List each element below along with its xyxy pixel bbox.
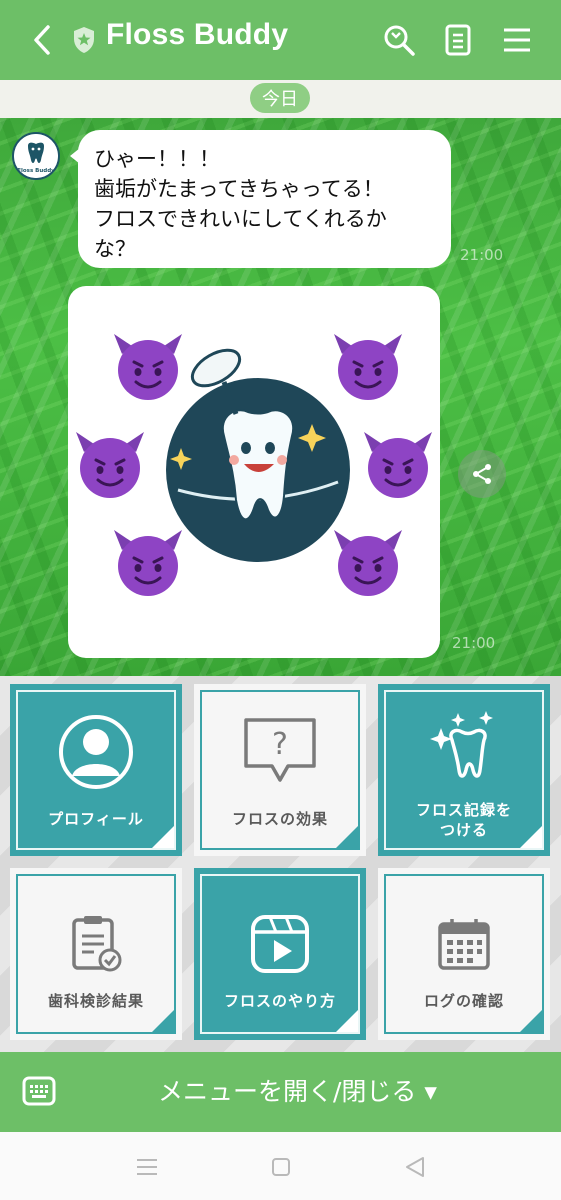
search-icon[interactable] xyxy=(379,20,419,60)
menu-toggle-label[interactable]: メニューを開く/閉じる ▾ xyxy=(158,1072,437,1108)
rich-menu: プロフィール ? フロスの効果 フロス記録を つける 歯科検診結果 フロスのやり… xyxy=(0,676,561,1052)
menu-tile-label: 歯科検診結果 xyxy=(47,992,144,1010)
menu-tile-profile[interactable]: プロフィール xyxy=(10,684,182,856)
back-arrow-icon[interactable] xyxy=(24,20,60,60)
message-line: な？ xyxy=(94,237,136,261)
menu-toggle-bar[interactable]: メニューを開く/閉じる ▾ xyxy=(0,1052,561,1132)
chat-title: Floss Buddy xyxy=(106,18,289,51)
shield-icon xyxy=(72,26,96,54)
message-time: 21:00 xyxy=(460,246,504,264)
message-image[interactable] xyxy=(68,286,440,658)
message-time: 21:00 xyxy=(452,634,496,652)
menu-tile-view-log[interactable]: ログの確認 xyxy=(378,868,550,1040)
menu-tile-log-floss[interactable]: フロス記録を つける xyxy=(378,684,550,856)
recent-apps-icon[interactable] xyxy=(134,1154,160,1180)
menu-tile-label: ログの確認 xyxy=(423,992,504,1010)
menu-tile-label: フロスのやり方 xyxy=(223,992,336,1010)
svg-text:?: ? xyxy=(272,727,288,762)
sparkle-tooth-icon xyxy=(378,710,550,790)
message-line: フロスできれいにしてくれるか xyxy=(94,207,387,231)
checklist-icon xyxy=(10,912,182,976)
profile-icon xyxy=(10,714,182,790)
smiling-devil-icon xyxy=(112,528,184,598)
system-nav-bar xyxy=(0,1132,561,1200)
menu-tile-how-to-floss[interactable]: フロスのやり方 xyxy=(194,868,366,1040)
message-bubble[interactable]: ひゃー！！！ 歯垢がたまってきちゃってる！ フロスできれいにしてくれるか な？ xyxy=(70,130,451,268)
date-separator: 今日 xyxy=(250,83,310,113)
keyboard-icon[interactable] xyxy=(22,1076,56,1106)
menu-tile-label-line: フロス記録を xyxy=(415,801,512,819)
home-icon[interactable] xyxy=(268,1154,294,1180)
notes-icon[interactable] xyxy=(438,20,478,60)
menu-icon[interactable] xyxy=(497,20,537,60)
question-bubble-icon: ? xyxy=(194,714,366,790)
back-icon[interactable] xyxy=(402,1154,428,1180)
smiling-devil-icon xyxy=(332,332,404,402)
app-header: Floss Buddy xyxy=(0,0,561,80)
menu-tile-dental-checkup[interactable]: 歯科検診結果 xyxy=(10,868,182,1040)
message-line: 歯垢がたまってきちゃってる！ xyxy=(94,177,384,201)
smiling-devil-icon xyxy=(74,430,146,500)
calendar-icon xyxy=(378,916,550,972)
avatar[interactable]: Floss Buddy xyxy=(12,132,60,180)
smiling-devil-icon xyxy=(332,528,404,598)
video-play-icon xyxy=(194,912,366,976)
smiling-devil-icon xyxy=(362,430,434,500)
svg-text:Floss Buddy: Floss Buddy xyxy=(17,168,55,174)
message-line: ひゃー！！！ xyxy=(94,147,220,171)
smiling-devil-icon xyxy=(112,332,184,402)
share-icon[interactable] xyxy=(458,450,506,498)
chat-area[interactable]: Floss Buddy ひゃー！！！ 歯垢がたまってきちゃってる！ フロスできれ… xyxy=(0,118,561,676)
tooth-mascot-icon xyxy=(166,348,350,562)
menu-tile-floss-effect[interactable]: ? フロスの効果 xyxy=(194,684,366,856)
